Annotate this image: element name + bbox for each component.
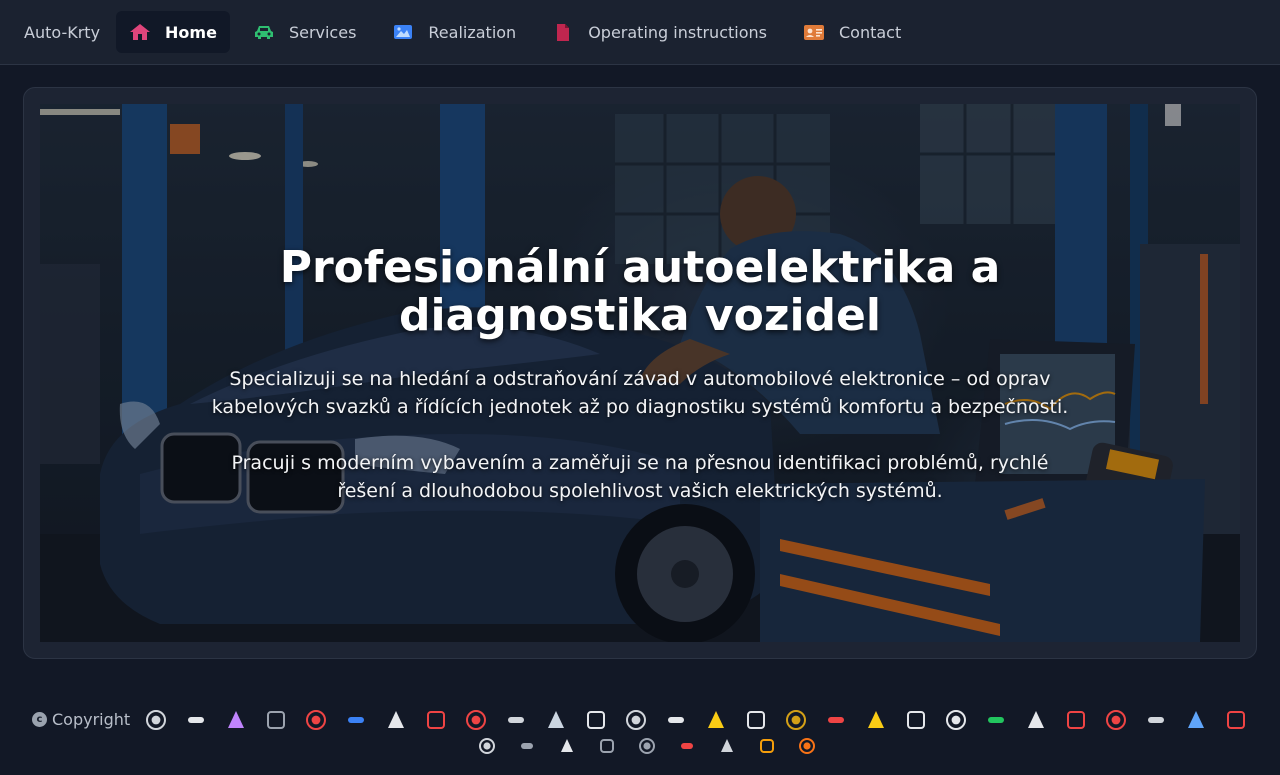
mclaren-logo (794, 735, 820, 757)
lamborghini-logo (703, 707, 729, 733)
mini-logo (634, 735, 660, 757)
honda-logo (223, 707, 249, 733)
fiat-logo (1223, 707, 1249, 733)
kia-logo (303, 707, 329, 733)
hero-paragraph-1: Specializuji se na hledání a odstraňován… (211, 368, 1069, 418)
porsche-logo (783, 707, 809, 733)
ferrari-logo (863, 707, 889, 733)
brand-logos-row-2 (474, 735, 834, 757)
skoda-logo (183, 707, 209, 733)
document-icon (552, 22, 574, 42)
contact-card-icon (803, 22, 825, 42)
copyright-icon: c (32, 712, 47, 727)
suzuki-logo (423, 707, 449, 733)
dacia-logo (1143, 707, 1169, 733)
hero-paragraph-2: Pracuji s moderním vybavením a zaměřuji … (231, 452, 1049, 502)
hero-card: Profesionální autoelektrika a diagnostik… (23, 87, 1257, 659)
footer: c Copyright (0, 690, 1280, 775)
bugatti-logo (674, 735, 700, 757)
tesla-logo (823, 707, 849, 733)
brand-logos-row-1 (143, 707, 1263, 733)
image-icon (392, 22, 414, 42)
alfa-romeo-logo (1063, 707, 1089, 733)
aston-martin-logo (1023, 707, 1049, 733)
mercedes-benz-logo (903, 707, 929, 733)
nav-item-label: Contact (838, 22, 902, 42)
copyright-text: Copyright (52, 710, 131, 729)
toyota-logo (743, 707, 769, 733)
peugeot-logo (383, 707, 409, 733)
nav-item-label: Services (288, 22, 357, 42)
nav-item-label: Realization (428, 22, 517, 42)
cadillac-logo (714, 735, 740, 757)
nissan-logo (503, 707, 529, 733)
mitsubishi-logo (463, 707, 489, 733)
land-rover-logo (983, 707, 1009, 733)
renault-logo (514, 735, 540, 757)
audi-logo (583, 707, 609, 733)
ford-logo (343, 707, 369, 733)
mazda-logo (623, 707, 649, 733)
bentley-logo (594, 735, 620, 757)
subaru-logo (1183, 707, 1209, 733)
hero-content: Profesionální autoelektrika a diagnostik… (40, 104, 1240, 642)
nav-item-services[interactable]: Services (240, 11, 369, 53)
nav-item-contact[interactable]: Contact (790, 11, 914, 53)
seat-logo (663, 707, 689, 733)
nav-item-realization[interactable]: Realization (379, 11, 529, 53)
jaguar-logo (943, 707, 969, 733)
hero-banner: Profesionální autoelektrika a diagnostik… (40, 104, 1240, 642)
volkswagen-logo (543, 707, 569, 733)
citroen-logo (1103, 707, 1129, 733)
brand-name[interactable]: Auto-Krty (24, 23, 100, 42)
copyright: c Copyright (32, 710, 130, 729)
nav-item-home[interactable]: Home (116, 11, 230, 53)
hero-title: Profesionální autoelektrika a diagnostik… (279, 242, 1001, 341)
hyundai-logo (474, 735, 500, 757)
nav-item-label: Operating instructions (588, 22, 767, 42)
nav-item-label: Home (165, 22, 217, 42)
bmw-logo (263, 707, 289, 733)
koenigsegg-logo (754, 735, 780, 757)
volvo-logo (143, 707, 169, 733)
top-navbar: Auto-Krty Home Services Realization Oper… (0, 0, 1280, 65)
opel-logo (554, 735, 580, 757)
nav-item-operating-instructions[interactable]: Operating instructions (539, 11, 780, 53)
home-icon (129, 22, 151, 42)
car-icon (253, 22, 275, 42)
